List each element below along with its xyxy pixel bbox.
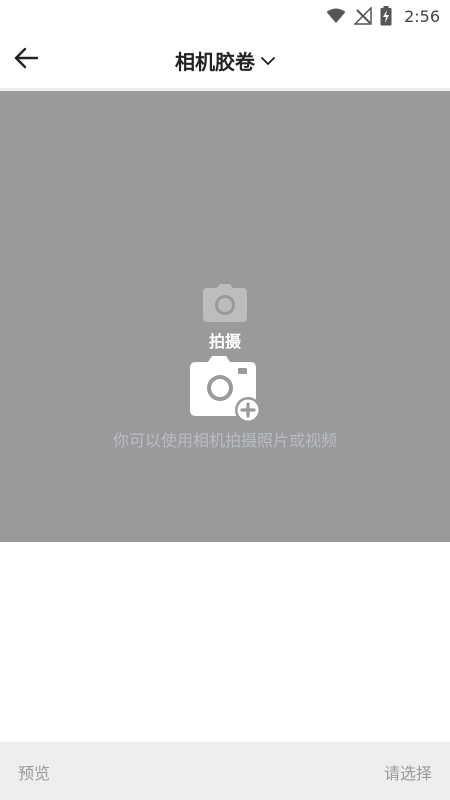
status-time: 2:56 (404, 6, 440, 26)
album-selector[interactable]: 相机胶卷 (0, 32, 450, 88)
screen: 2:56 相机胶卷 拍摄 你可以使用相机拍摄照片或视频 预览 请选择 (0, 0, 450, 800)
app-bar: 相机胶卷 (0, 32, 450, 91)
shoot-button[interactable]: 拍摄 (196, 284, 254, 351)
camera-add-icon[interactable] (190, 356, 262, 424)
chevron-down-icon (261, 51, 275, 70)
status-bar: 2:56 (0, 0, 450, 32)
battery-charging-icon (380, 6, 392, 26)
capture-hint: 你可以使用相机拍摄照片或视频 (112, 431, 337, 450)
wifi-icon (326, 8, 346, 24)
page-title: 相机胶卷 (175, 49, 255, 74)
preview-button[interactable]: 预览 (18, 760, 50, 784)
select-button[interactable]: 请选择 (384, 760, 432, 784)
shoot-label: 拍摄 (208, 332, 241, 351)
camera-icon (203, 284, 247, 326)
no-signal-icon (354, 7, 372, 25)
bottom-bar: 预览 请选择 (0, 742, 450, 800)
